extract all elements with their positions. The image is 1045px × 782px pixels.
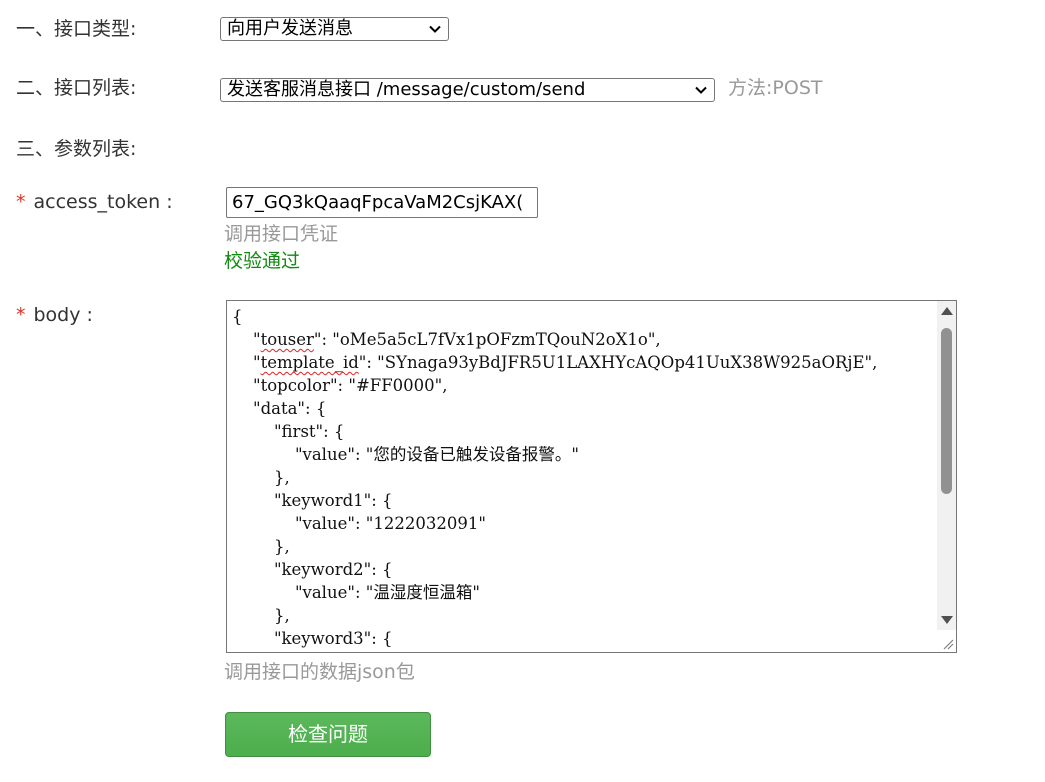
- resize-grip-icon: [943, 639, 954, 650]
- access-token-status: 校验通过: [224, 250, 301, 272]
- arrow-down-icon[interactable]: [941, 616, 953, 624]
- interface-type-select[interactable]: 向用户发送消息: [220, 17, 449, 41]
- resize-handle[interactable]: [937, 630, 956, 652]
- body-hint: 调用接口的数据json包: [224, 661, 415, 683]
- chevron-down-icon: [695, 86, 707, 94]
- interface-list-label: 二、接口列表:: [16, 77, 137, 99]
- body-textarea[interactable]: { "touser": "oMe5a5cL7fVx1pOFzmTQouN2oX1…: [226, 300, 957, 653]
- body-scrollbar[interactable]: [937, 301, 956, 630]
- access-token-label-row: * access_token :: [16, 190, 173, 214]
- access-token-hint: 调用接口凭证: [224, 223, 339, 245]
- chevron-down-icon: [429, 25, 441, 33]
- params-label: 三、参数列表:: [16, 138, 137, 160]
- method-text: 方法:POST: [728, 77, 823, 99]
- access-token-input[interactable]: 67_GQ3kQaaqFpcaVaM2CsjKAX(: [226, 187, 538, 218]
- spellcheck-word: template_id: [260, 353, 359, 372]
- interface-list-value: 发送客服消息接口 /message/custom/send: [227, 79, 586, 100]
- interface-list-select[interactable]: 发送客服消息接口 /message/custom/send: [220, 78, 715, 102]
- body-label: body :: [33, 304, 93, 326]
- interface-type-value: 向用户发送消息: [227, 18, 353, 39]
- arrow-up-icon[interactable]: [941, 307, 953, 315]
- required-mark: *: [16, 304, 26, 326]
- spellcheck-word: touser: [260, 330, 314, 349]
- interface-type-label: 一、接口类型:: [16, 18, 137, 40]
- access-token-label: access_token :: [33, 191, 173, 213]
- body-code[interactable]: { "touser": "oMe5a5cL7fVx1pOFzmTQouN2oX1…: [232, 305, 934, 650]
- check-problem-button[interactable]: 检查问题: [225, 712, 431, 757]
- required-mark: *: [16, 191, 26, 213]
- body-label-row: * body :: [16, 303, 93, 327]
- scrollbar-thumb[interactable]: [941, 328, 952, 494]
